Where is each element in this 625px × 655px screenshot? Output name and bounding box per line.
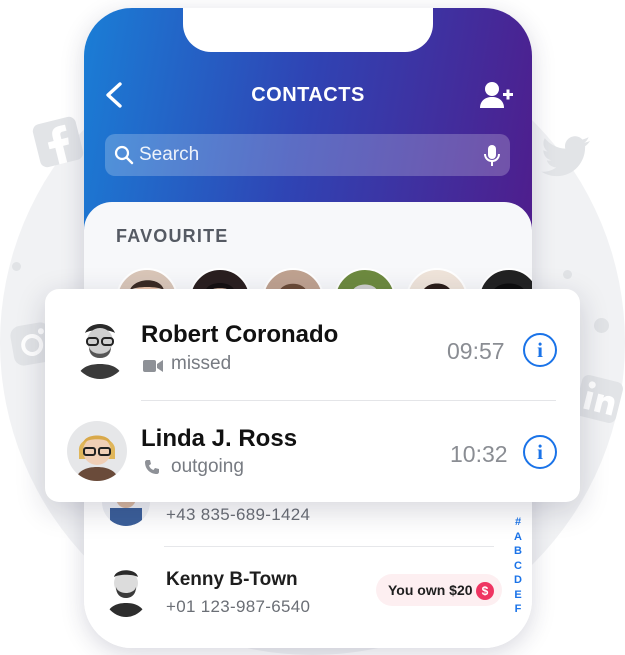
page-title: CONTACTS bbox=[251, 84, 365, 106]
call-time: 09:57 bbox=[447, 338, 505, 364]
contacts-list bbox=[84, 478, 532, 648]
search-icon bbox=[114, 145, 134, 165]
call-time: 10:32 bbox=[450, 441, 508, 467]
row-divider bbox=[141, 400, 556, 401]
caller-avatar[interactable] bbox=[71, 317, 129, 379]
alphabet-index-item[interactable]: D bbox=[512, 573, 524, 588]
phone-icon bbox=[145, 460, 159, 474]
debt-badge-label: You own $20 bbox=[388, 582, 473, 598]
decor-dot bbox=[563, 270, 572, 279]
alphabet-index-item[interactable]: B bbox=[512, 544, 524, 559]
microphone-icon[interactable] bbox=[483, 144, 501, 168]
alphabet-index-item[interactable]: F bbox=[512, 602, 524, 617]
alphabet-index-item[interactable]: # bbox=[512, 515, 524, 530]
info-icon: i bbox=[537, 440, 543, 464]
dollar-icon: $ bbox=[476, 582, 494, 600]
contact-phone: +43 835-689-1424 bbox=[166, 505, 311, 524]
facebook-icon bbox=[32, 116, 84, 168]
debt-badge[interactable]: You own $20 $ bbox=[376, 574, 502, 606]
call-status: outgoing bbox=[171, 456, 244, 477]
search-bar bbox=[105, 134, 510, 176]
video-camera-icon bbox=[143, 360, 163, 372]
favourites-title: FAVOURITE bbox=[116, 226, 229, 246]
search-input[interactable] bbox=[139, 134, 469, 176]
caller-name: Robert Coronado bbox=[141, 321, 339, 348]
info-icon: i bbox=[537, 338, 543, 362]
add-user-icon[interactable] bbox=[479, 80, 513, 110]
recent-calls-card: Robert Coronado missed 09:57 i Linda J. … bbox=[45, 289, 580, 502]
row-divider bbox=[164, 546, 494, 547]
alphabet-index-item[interactable]: C bbox=[512, 559, 524, 574]
caller-name: Linda J. Ross bbox=[141, 425, 298, 452]
alphabet-index[interactable]: # A B C D E F bbox=[512, 515, 524, 617]
alphabet-index-item[interactable]: E bbox=[512, 588, 524, 603]
alphabet-index-item[interactable]: A bbox=[512, 530, 524, 545]
info-button[interactable]: i bbox=[523, 435, 557, 469]
decor-dot bbox=[12, 262, 21, 271]
contact-phone: +01 123-987-6540 bbox=[166, 597, 311, 616]
caller-avatar[interactable] bbox=[67, 421, 127, 481]
contact-avatar bbox=[102, 561, 150, 617]
decor-dot bbox=[594, 318, 609, 333]
contact-name: Kenny B-Town bbox=[166, 569, 298, 590]
info-button[interactable]: i bbox=[523, 333, 557, 367]
call-status: missed bbox=[171, 353, 232, 374]
phone-notch bbox=[183, 8, 433, 52]
twitter-icon bbox=[541, 136, 590, 177]
